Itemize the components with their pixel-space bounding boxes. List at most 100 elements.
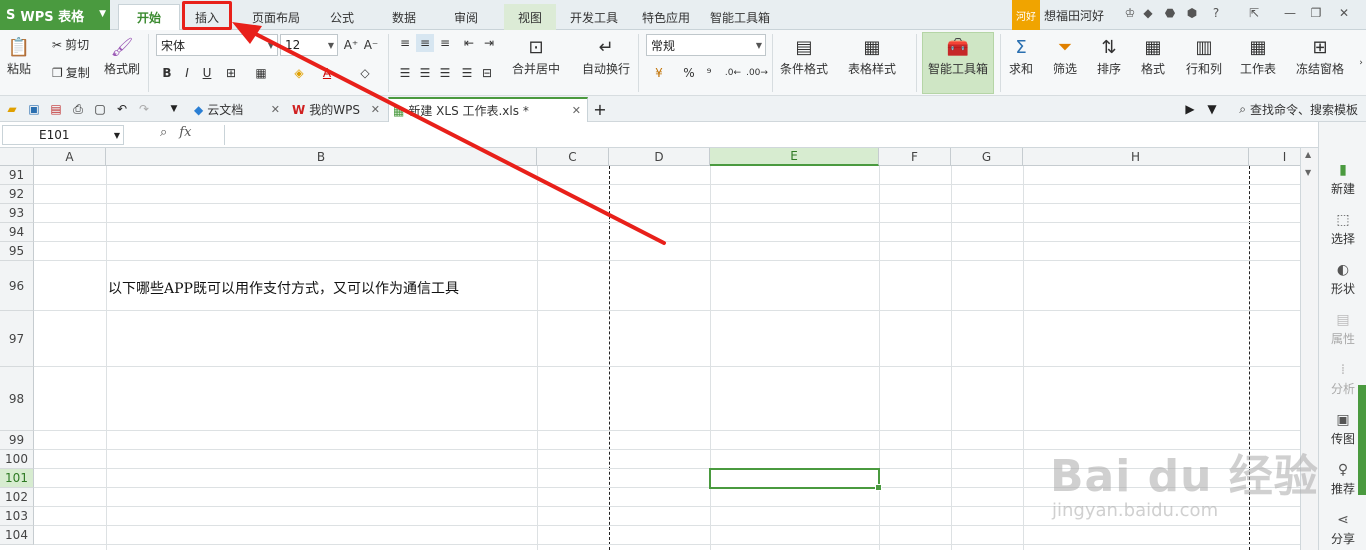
customize-toolbar-icon[interactable]: ▼ <box>166 101 182 117</box>
column-header-g[interactable]: G <box>951 148 1023 166</box>
format-button[interactable]: ▦ 格式 <box>1140 34 1166 77</box>
settings-icon[interactable]: ⬣ <box>1162 6 1178 22</box>
task-select[interactable]: ⬚ 选择 <box>1319 212 1366 247</box>
row-header-93[interactable]: 93 <box>0 204 34 223</box>
close-icon[interactable]: ✕ <box>1336 6 1352 22</box>
tab-insert[interactable]: 插入 <box>184 4 230 30</box>
task-properties[interactable]: ▤ 属性 <box>1319 312 1366 347</box>
decrease-font-icon[interactable]: A⁻ <box>362 36 380 54</box>
zoom-icon[interactable]: ⌕ <box>160 125 167 140</box>
search-command-box[interactable]: ⌕ 查找命令、搜索模板 <box>1239 101 1358 118</box>
task-new[interactable]: ▮ 新建 <box>1319 162 1366 197</box>
clear-format-icon[interactable]: ◇ <box>356 64 374 82</box>
justify-icon[interactable]: ☰ <box>458 64 476 82</box>
align-bottom-icon[interactable]: ≡ <box>436 34 454 52</box>
selected-cell-e101[interactable] <box>709 468 882 491</box>
tab-home[interactable]: 开始 <box>118 4 180 30</box>
font-name-select[interactable]: 宋体 ▼ <box>156 34 278 56</box>
cell-b96-text[interactable]: 以下哪些APP既可以用作支付方式，又可以作为通信工具 <box>108 278 459 298</box>
row-header-104[interactable]: 104 <box>0 526 34 545</box>
freeze-panes-button[interactable]: ⊞ 冻结窗格 <box>1296 34 1344 77</box>
tab-developer[interactable]: 开发工具 <box>562 4 626 30</box>
column-header-d[interactable]: D <box>609 148 710 166</box>
column-header-c[interactable]: C <box>537 148 609 166</box>
column-header-e[interactable]: E <box>710 148 879 166</box>
align-left-icon[interactable]: ☰ <box>396 64 414 82</box>
user-badge[interactable]: 河好 <box>1012 0 1040 30</box>
align-middle-icon[interactable]: ≡ <box>416 34 434 52</box>
indent-increase-icon[interactable]: ⇥ <box>480 34 498 52</box>
font-size-select[interactable]: 12 ▼ <box>280 34 338 56</box>
column-header-a[interactable]: A <box>34 148 106 166</box>
copy-button[interactable]: ❐ 复制 <box>52 64 90 81</box>
number-format-select[interactable]: 常规 ▼ <box>646 34 766 56</box>
row-header-101[interactable]: 101 <box>0 469 34 488</box>
wps-cloud-icon[interactable]: ⬢ <box>1184 6 1200 22</box>
doc-tab-cloud[interactable]: ◆ 云文档 ✕ <box>190 97 286 122</box>
minimize-icon[interactable]: — <box>1282 6 1298 22</box>
pin-icon[interactable]: ▼ <box>1204 101 1220 117</box>
tab-special-apps[interactable]: 特色应用 <box>634 4 698 30</box>
underline-button[interactable]: U <box>198 64 216 82</box>
row-header-94[interactable]: 94 <box>0 223 34 242</box>
doc-tab-worksheet[interactable]: ▦ 新建 XLS 工作表.xls * ✕ <box>388 97 588 122</box>
row-header-98[interactable]: 98 <box>0 367 34 431</box>
increase-font-icon[interactable]: A⁺ <box>342 36 360 54</box>
fx-button[interactable]: fx <box>179 125 191 140</box>
export-pdf-icon[interactable]: ▤ <box>48 101 64 117</box>
redo-icon[interactable]: ↷ <box>136 101 152 117</box>
formula-input[interactable] <box>224 125 1314 145</box>
vip-icon[interactable]: ♔ <box>1122 6 1138 22</box>
conditional-format-button[interactable]: ▤ 条件格式 <box>780 34 828 77</box>
tab-formulas[interactable]: 公式 <box>318 4 366 30</box>
column-header-i[interactable]: I <box>1249 148 1300 166</box>
column-header-f[interactable]: F <box>879 148 951 166</box>
name-box[interactable]: E101 ▼ <box>2 125 124 145</box>
row-header-99[interactable]: 99 <box>0 431 34 450</box>
skin-icon[interactable]: ◆ <box>1140 6 1156 22</box>
percent-button[interactable]: % <box>680 64 698 82</box>
italic-button[interactable]: I <box>178 64 196 82</box>
task-shape[interactable]: ◐ 形状 <box>1319 262 1366 297</box>
tab-page-layout[interactable]: 页面布局 <box>244 4 308 30</box>
sort-button[interactable]: ⇅ 排序 <box>1096 34 1122 77</box>
print-icon[interactable]: ⎙ <box>70 101 86 117</box>
scroll-down-icon[interactable]: ▼ <box>1305 168 1311 177</box>
select-all-corner[interactable] <box>0 148 34 166</box>
row-col-button[interactable]: ▥ 行和列 <box>1186 34 1222 77</box>
video-icon[interactable]: ▶ <box>1182 101 1198 117</box>
ribbon-scroll-right-icon[interactable]: › <box>1352 54 1366 72</box>
table-style-button[interactable]: ▦ 表格样式 <box>848 34 896 77</box>
close-icon[interactable]: ✕ <box>271 103 280 116</box>
new-tab-icon[interactable]: + <box>592 100 608 119</box>
bold-button[interactable]: B <box>158 64 176 82</box>
align-top-icon[interactable]: ≡ <box>396 34 414 52</box>
align-center-icon[interactable]: ☰ <box>416 64 434 82</box>
border-icon[interactable]: ⊞ <box>222 64 240 82</box>
row-header-95[interactable]: 95 <box>0 242 34 261</box>
column-header-b[interactable]: B <box>106 148 537 166</box>
indent-decrease-icon[interactable]: ⇤ <box>460 34 478 52</box>
currency-icon[interactable]: ¥ <box>650 64 668 82</box>
worksheet-button[interactable]: ▦ 工作表 <box>1240 34 1276 77</box>
tab-smart-toolbox[interactable]: 智能工具箱 <box>704 4 776 30</box>
undo-icon[interactable]: ↶ <box>114 101 130 117</box>
row-header-96[interactable]: 96 <box>0 261 34 311</box>
merge-center-button[interactable]: ⊡ 合并居中 <box>512 34 560 77</box>
increase-decimal-icon[interactable]: .0← <box>724 64 742 82</box>
scroll-up-icon[interactable]: ▲ <box>1305 150 1311 159</box>
save-icon[interactable]: ▣ <box>26 101 42 117</box>
decrease-decimal-icon[interactable]: .00→ <box>746 64 768 82</box>
format-painter-button[interactable]: 🖌 格式刷 <box>104 34 140 77</box>
close-icon[interactable]: ✕ <box>572 104 581 117</box>
column-header-h[interactable]: H <box>1023 148 1249 166</box>
distributed-icon[interactable]: ⊟ <box>478 64 496 82</box>
row-header-100[interactable]: 100 <box>0 450 34 469</box>
comma-button[interactable]: ⁹ <box>700 64 718 82</box>
doc-tab-mywps[interactable]: W 我的WPS ✕ <box>288 97 386 122</box>
minimize-ribbon-icon[interactable]: ⇱ <box>1246 6 1262 22</box>
close-icon[interactable]: ✕ <box>371 103 380 116</box>
app-menu-button[interactable]: S WPS 表格 ▼ <box>0 0 110 30</box>
help-icon[interactable]: ? <box>1208 6 1224 22</box>
filter-button[interactable]: ⏷ 筛选 <box>1052 34 1078 77</box>
